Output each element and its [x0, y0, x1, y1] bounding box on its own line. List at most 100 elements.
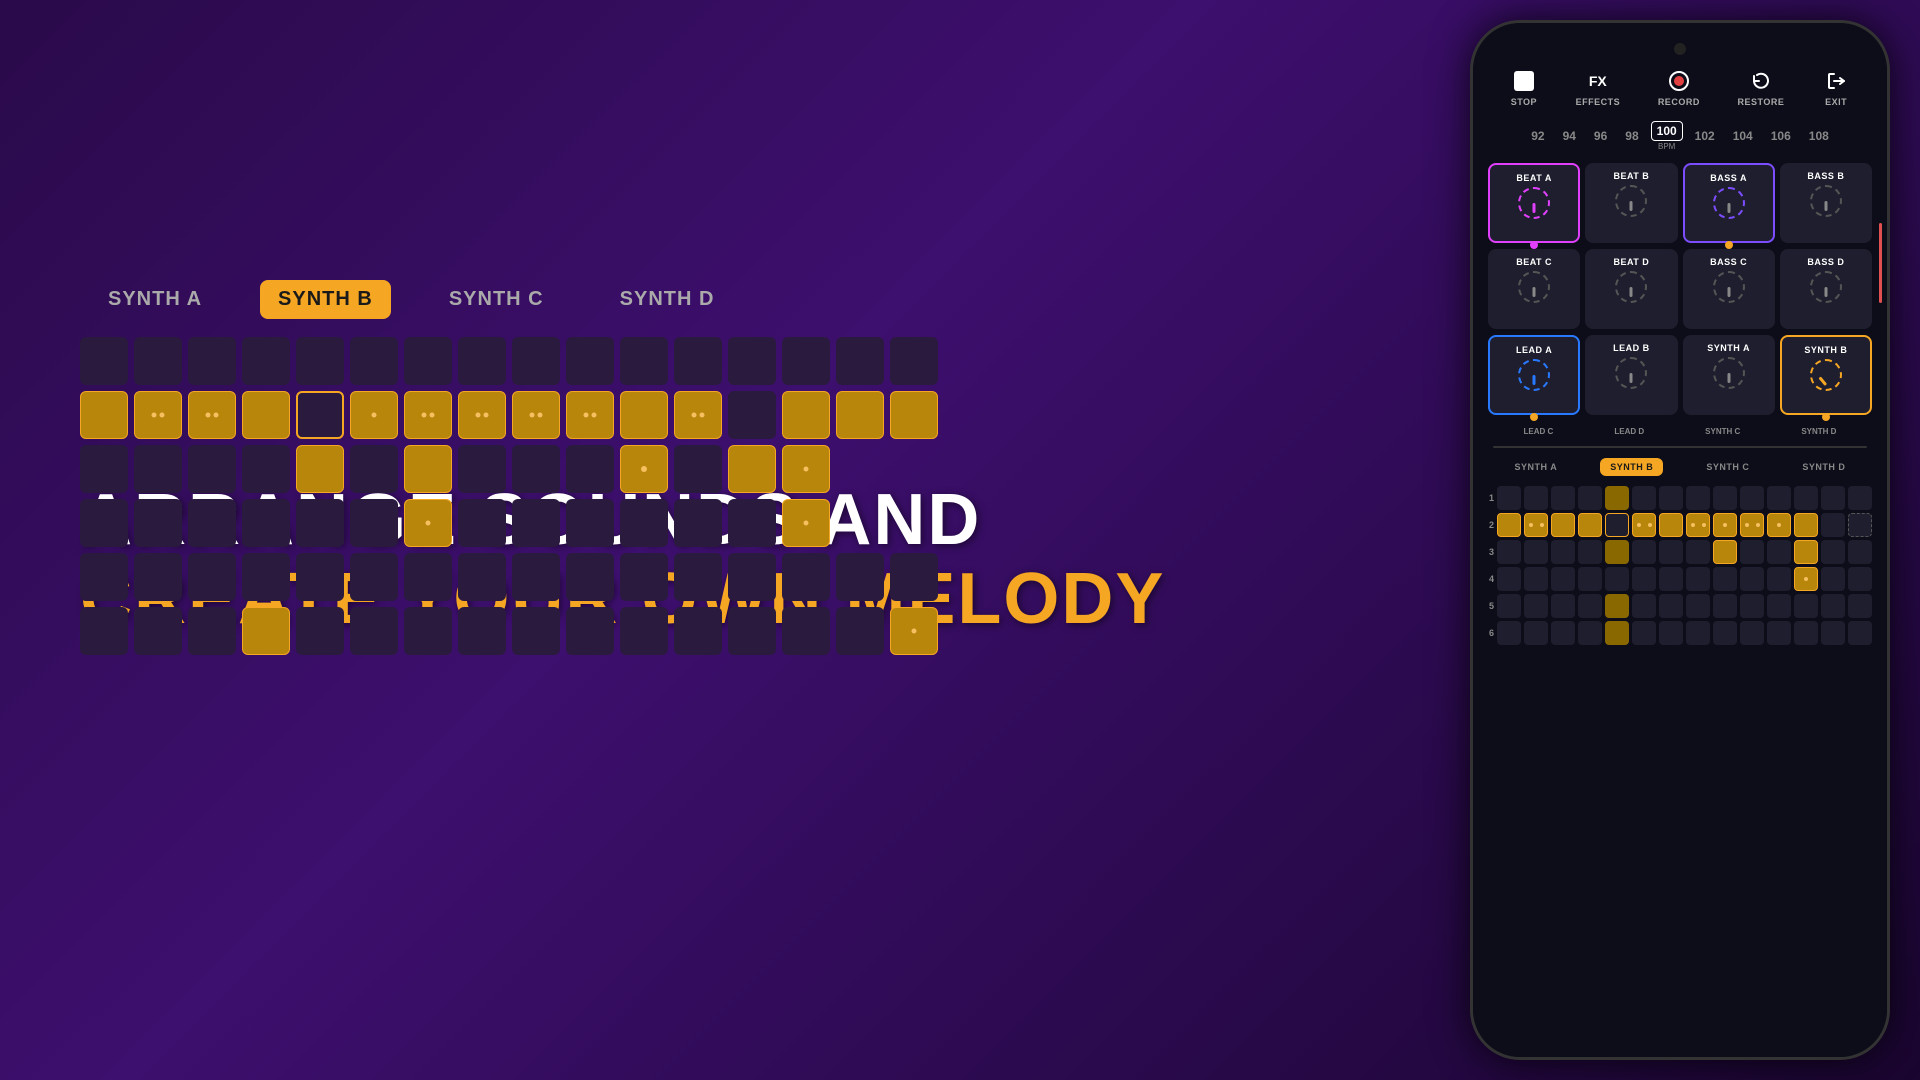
- grid-cell[interactable]: [782, 553, 830, 601]
- phone-cell[interactable]: [1794, 486, 1818, 510]
- bpm-100[interactable]: 100: [1651, 121, 1683, 141]
- phone-cell[interactable]: [1659, 621, 1683, 645]
- pad-beat-c[interactable]: BEAT C: [1488, 249, 1580, 329]
- phone-cell[interactable]: [1551, 486, 1575, 510]
- phone-cell[interactable]: [1605, 567, 1629, 591]
- phone-cell[interactable]: [1632, 486, 1656, 510]
- grid-cell[interactable]: [296, 391, 344, 439]
- grid-cell[interactable]: [134, 553, 182, 601]
- exit-button[interactable]: EXIT: [1822, 67, 1850, 107]
- grid-cell[interactable]: [512, 337, 560, 385]
- grid-cell[interactable]: [134, 607, 182, 655]
- phone-cell[interactable]: [1578, 513, 1602, 537]
- grid-cell[interactable]: [242, 391, 290, 439]
- phone-cell[interactable]: [1740, 486, 1764, 510]
- phone-cell[interactable]: [1632, 621, 1656, 645]
- grid-cell[interactable]: [512, 553, 560, 601]
- phone-cell[interactable]: [1713, 513, 1737, 537]
- grid-cell[interactable]: [674, 499, 722, 547]
- phone-cell[interactable]: [1686, 540, 1710, 564]
- phone-cell[interactable]: [1767, 540, 1791, 564]
- grid-cell[interactable]: [242, 337, 290, 385]
- grid-cell[interactable]: [890, 391, 938, 439]
- phone-cell[interactable]: [1821, 540, 1845, 564]
- bpm-96[interactable]: 96: [1588, 126, 1613, 146]
- bpm-94[interactable]: 94: [1557, 126, 1582, 146]
- grid-cell[interactable]: [782, 337, 830, 385]
- grid-cell[interactable]: [674, 607, 722, 655]
- pad-lead-a[interactable]: LEAD A: [1488, 335, 1580, 415]
- phone-cell[interactable]: [1713, 594, 1737, 618]
- phone-cell[interactable]: [1848, 486, 1872, 510]
- phone-cell[interactable]: [1524, 513, 1548, 537]
- pad-bass-b[interactable]: BASS B: [1780, 163, 1872, 243]
- tab-synth-b[interactable]: SYNTH B: [260, 280, 391, 319]
- pad-bass-a-knob[interactable]: [1713, 187, 1745, 219]
- grid-cell[interactable]: [188, 445, 236, 493]
- grid-cell[interactable]: [296, 607, 344, 655]
- phone-cell[interactable]: [1794, 513, 1818, 537]
- grid-cell[interactable]: [404, 553, 452, 601]
- grid-cell[interactable]: [80, 499, 128, 547]
- phone-cell[interactable]: [1821, 567, 1845, 591]
- phone-cell[interactable]: [1821, 486, 1845, 510]
- phone-cell[interactable]: [1794, 567, 1818, 591]
- grid-cell[interactable]: [566, 607, 614, 655]
- grid-cell[interactable]: [512, 445, 560, 493]
- grid-cell[interactable]: [80, 445, 128, 493]
- grid-cell[interactable]: [782, 607, 830, 655]
- bpm-92[interactable]: 92: [1525, 126, 1550, 146]
- pad-beat-b-knob[interactable]: [1615, 185, 1647, 217]
- phone-cell[interactable]: [1794, 621, 1818, 645]
- grid-cell[interactable]: [782, 391, 830, 439]
- phone-cell[interactable]: [1659, 486, 1683, 510]
- grid-cell[interactable]: [296, 445, 344, 493]
- phone-cell[interactable]: [1767, 621, 1791, 645]
- grid-cell[interactable]: [80, 553, 128, 601]
- phone-cell[interactable]: [1848, 567, 1872, 591]
- phone-cell[interactable]: [1497, 513, 1521, 537]
- phone-tab-synth-c[interactable]: SYNTH C: [1696, 458, 1759, 476]
- grid-cell[interactable]: [512, 391, 560, 439]
- phone-cell[interactable]: [1740, 540, 1764, 564]
- grid-cell[interactable]: [350, 553, 398, 601]
- phone-cell[interactable]: [1551, 594, 1575, 618]
- restore-button[interactable]: RESTORE: [1738, 67, 1785, 107]
- phone-cell[interactable]: [1713, 567, 1737, 591]
- pad-bass-d[interactable]: BASS D: [1780, 249, 1872, 329]
- phone-cell[interactable]: [1578, 621, 1602, 645]
- phone-cell[interactable]: [1848, 594, 1872, 618]
- phone-cell[interactable]: [1551, 567, 1575, 591]
- phone-tab-synth-b[interactable]: SYNTH B: [1600, 458, 1663, 476]
- pad-lead-b[interactable]: LEAD B: [1585, 335, 1677, 415]
- grid-cell[interactable]: [350, 391, 398, 439]
- grid-cell[interactable]: [890, 553, 938, 601]
- phone-tab-synth-a[interactable]: SYNTH A: [1505, 458, 1568, 476]
- bpm-102[interactable]: 102: [1689, 126, 1721, 146]
- phone-cell[interactable]: [1686, 621, 1710, 645]
- phone-cell[interactable]: [1821, 594, 1845, 618]
- pad-beat-a[interactable]: BEAT A: [1488, 163, 1580, 243]
- grid-cell[interactable]: [296, 337, 344, 385]
- stop-button[interactable]: STOP: [1510, 67, 1538, 107]
- grid-cell[interactable]: [728, 391, 776, 439]
- phone-cell[interactable]: [1740, 621, 1764, 645]
- phone-cell[interactable]: [1713, 540, 1737, 564]
- grid-cell[interactable]: [404, 499, 452, 547]
- grid-cell[interactable]: [242, 445, 290, 493]
- bpm-106[interactable]: 106: [1765, 126, 1797, 146]
- record-button[interactable]: RECORD: [1658, 67, 1700, 107]
- bpm-104[interactable]: 104: [1727, 126, 1759, 146]
- grid-cell[interactable]: [458, 445, 506, 493]
- grid-cell[interactable]: [242, 499, 290, 547]
- phone-cell[interactable]: [1578, 540, 1602, 564]
- pad-bass-d-knob[interactable]: [1810, 271, 1842, 303]
- grid-cell[interactable]: [890, 607, 938, 655]
- grid-cell[interactable]: [188, 607, 236, 655]
- grid-cell[interactable]: [404, 337, 452, 385]
- grid-cell[interactable]: [188, 499, 236, 547]
- phone-cell[interactable]: [1686, 594, 1710, 618]
- phone-cell[interactable]: [1632, 594, 1656, 618]
- grid-cell[interactable]: [458, 499, 506, 547]
- phone-cell[interactable]: [1524, 567, 1548, 591]
